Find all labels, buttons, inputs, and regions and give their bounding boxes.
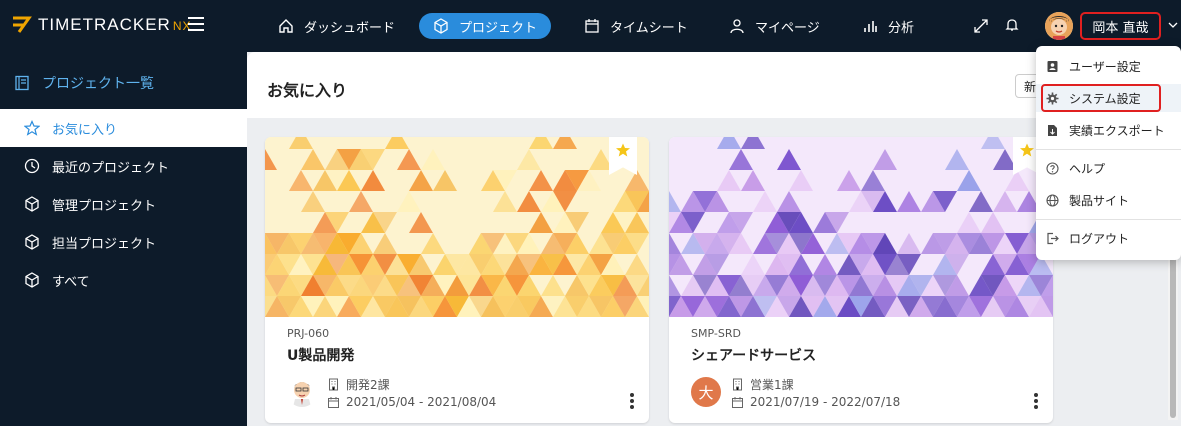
sidebar-item-label: お気に入り	[52, 122, 118, 138]
help-circle-icon	[1046, 161, 1059, 175]
period-row: 2021/07/19 - 2022/07/18	[731, 395, 900, 409]
logout-icon	[1047, 232, 1059, 244]
sidebar-header[interactable]: プロジェクト一覧	[14, 73, 154, 93]
calendar-icon	[585, 19, 599, 33]
period-row: 2021/05/04 - 2021/08/04	[327, 395, 496, 409]
period-label: 2021/05/04 - 2021/08/04	[346, 395, 497, 409]
highlight-box	[1041, 84, 1161, 112]
department-row: 営業1課	[731, 376, 794, 393]
star-outline-icon	[24, 120, 40, 136]
cube-icon	[25, 196, 39, 212]
sidebar-item-label: 管理プロジェクト	[52, 198, 157, 214]
sidebar-header-label: プロジェクト一覧	[42, 76, 154, 92]
menu-item-product-site[interactable]: 製品サイト	[1036, 186, 1181, 214]
menu-item-label: 製品サイト	[1069, 193, 1130, 208]
nav-label: 分析	[888, 20, 915, 36]
nav-analysis[interactable]: 分析	[848, 13, 928, 39]
nav-label: プロジェクト	[459, 20, 538, 36]
building-icon	[329, 378, 338, 391]
card-more-icon[interactable]	[629, 393, 635, 411]
nav-label: マイページ	[755, 20, 820, 36]
project-name[interactable]: シェアードサービス	[691, 345, 816, 365]
menu-item-help[interactable]: ヘルプ	[1036, 154, 1181, 182]
menu-item-logout[interactable]: ログアウト	[1036, 224, 1181, 252]
home-icon	[279, 19, 293, 33]
expand-icon[interactable]	[973, 18, 989, 34]
nav-mypage[interactable]: マイページ	[715, 13, 834, 39]
bell-icon[interactable]	[1004, 17, 1020, 33]
menu-item-export[interactable]: 実績エクスポート	[1036, 116, 1181, 144]
user-card-icon	[1047, 60, 1058, 72]
nav-label: ダッシュボード	[304, 20, 396, 36]
list-book-icon	[15, 75, 29, 91]
menu-toggle-icon[interactable]	[188, 17, 204, 31]
menu-item-system-settings[interactable]: システム設定	[1036, 84, 1181, 112]
star-filled-icon	[1020, 143, 1034, 157]
avatar-initial: 大	[698, 383, 714, 402]
page-header: お気に入り 新	[247, 52, 1167, 118]
menu-divider	[1036, 219, 1181, 220]
sidebar-item-label: すべて	[52, 274, 90, 290]
bar-chart-icon	[864, 21, 877, 32]
menu-divider	[1036, 149, 1181, 150]
sidebar: プロジェクト一覧 お気に入り 最近のプロジェクト 管理プロジェクト 担当プロジェ…	[0, 52, 247, 426]
department-row: 開発2課	[327, 376, 390, 393]
nav-project[interactable]: プロジェクト	[419, 13, 552, 39]
page-title: お気に入り	[267, 81, 348, 100]
file-export-icon	[1048, 124, 1057, 136]
card-cover-pattern	[265, 137, 649, 317]
project-code: SMP-SRD	[691, 327, 741, 340]
sidebar-item-managed[interactable]: 管理プロジェクト	[0, 185, 247, 223]
sidebar-item-assigned[interactable]: 担当プロジェクト	[0, 223, 247, 261]
cube-icon	[434, 18, 448, 34]
star-filled-icon	[616, 143, 630, 157]
menu-item-label: ログアウト	[1069, 231, 1130, 246]
nav-label: タイムシート	[610, 20, 688, 36]
sidebar-item-label: 最近のプロジェクト	[52, 160, 170, 176]
project-code: PRJ-060	[287, 327, 330, 340]
card-more-icon[interactable]	[1033, 393, 1039, 411]
app-logo[interactable]: TIMETRACKER NX	[10, 14, 192, 36]
owner-avatar	[287, 377, 317, 407]
avatar-face-icon	[287, 377, 317, 407]
cube-icon	[25, 272, 39, 288]
building-icon	[733, 378, 742, 391]
menu-item-label: ユーザー設定	[1069, 59, 1141, 74]
avatar-face-icon	[1045, 12, 1073, 40]
department-label: 営業1課	[750, 378, 794, 392]
project-name[interactable]: U製品開発	[287, 345, 354, 365]
department-label: 開発2課	[346, 378, 390, 392]
nav-dashboard[interactable]: ダッシュボード	[264, 13, 409, 39]
user-name-label: 岡本 直哉	[1092, 20, 1149, 36]
sidebar-item-favorites[interactable]: お気に入り	[0, 109, 247, 147]
sidebar-item-label: 担当プロジェクト	[52, 236, 157, 252]
clock-icon	[24, 158, 40, 174]
chevron-down-icon[interactable]	[1168, 20, 1178, 30]
cube-icon	[25, 234, 39, 250]
person-icon	[730, 19, 744, 34]
sidebar-item-recent[interactable]: 最近のプロジェクト	[0, 147, 247, 185]
project-card[interactable]: SMP-SRD シェアードサービス 大 営業1課 2021/07/19 - 20…	[669, 137, 1053, 423]
sidebar-item-all[interactable]: すべて	[0, 261, 247, 299]
calendar-icon	[732, 396, 743, 408]
calendar-icon	[328, 396, 339, 408]
globe-icon	[1046, 193, 1059, 207]
logo-icon	[13, 16, 32, 33]
menu-item-label: 実績エクスポート	[1069, 123, 1165, 138]
user-name-button[interactable]: 岡本 直哉	[1080, 12, 1161, 40]
top-navbar: TIMETRACKER NX ダッシュボード プロジェクト タイムシート マイペー…	[0, 0, 1181, 52]
nav-timesheet[interactable]: タイムシート	[570, 13, 702, 39]
card-cover-pattern	[669, 137, 1053, 317]
project-card[interactable]: PRJ-060 U製品開発 開発2課 2021/05/04 - 2021/08/…	[265, 137, 649, 423]
user-avatar[interactable]	[1045, 12, 1073, 40]
logo-text: TIMETRACKER NX	[38, 15, 192, 34]
owner-avatar: 大	[691, 377, 721, 407]
period-label: 2021/07/19 - 2022/07/18	[750, 395, 901, 409]
menu-item-user-settings[interactable]: ユーザー設定	[1036, 52, 1181, 80]
user-menu-dropdown: ユーザー設定 システム設定 実績エクスポート ヘルプ 製品サイト ログアウト	[1036, 46, 1181, 260]
menu-item-label: ヘルプ	[1069, 161, 1106, 176]
